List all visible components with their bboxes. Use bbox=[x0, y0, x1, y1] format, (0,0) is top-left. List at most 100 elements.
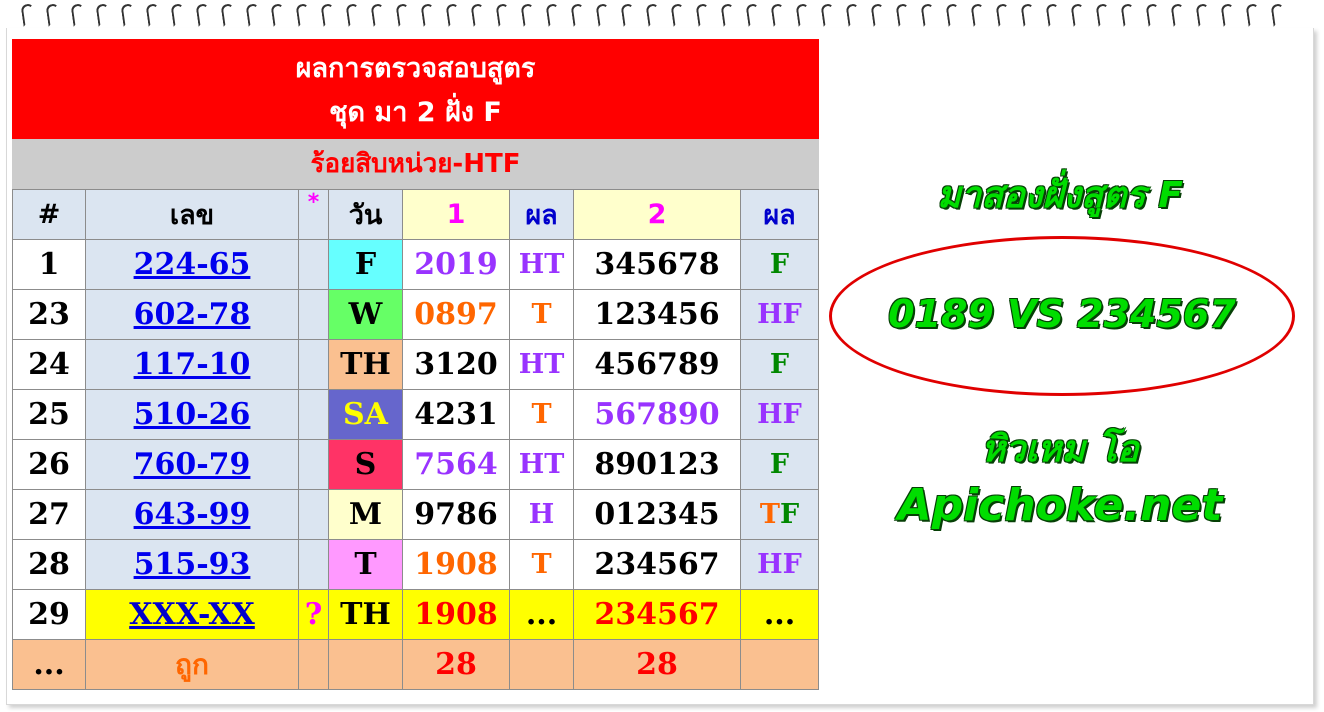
table-row: 28 515-93 T 1908 T 234567 HF bbox=[12, 539, 819, 590]
col-header-number: เลข bbox=[85, 189, 299, 240]
footer-empty bbox=[328, 639, 403, 690]
subtitle: ร้อยสิบหน่วย-HTF bbox=[12, 139, 819, 189]
row-res2: HF bbox=[740, 289, 819, 340]
row-set2: 890123 bbox=[573, 439, 741, 490]
footer-empty bbox=[509, 639, 574, 690]
row-day: T bbox=[328, 539, 403, 590]
row-day: S bbox=[328, 439, 403, 490]
title-line-1: ผลการตรวจสอบสูตร bbox=[295, 53, 536, 84]
col-header-set1: 1 bbox=[402, 189, 510, 240]
row-res1: HT bbox=[509, 339, 574, 390]
res2-t: T bbox=[759, 499, 780, 530]
row-res2: F bbox=[740, 239, 819, 290]
row-star bbox=[298, 439, 329, 490]
col-header-star: * bbox=[298, 189, 329, 240]
row-res2: F bbox=[740, 439, 819, 490]
row-set1: 1908 bbox=[402, 589, 510, 640]
number-link[interactable]: 760-79 bbox=[134, 447, 251, 482]
row-day: TH bbox=[328, 589, 403, 640]
row-set1: 0897 bbox=[402, 289, 510, 340]
row-res2: HF bbox=[740, 539, 819, 590]
number-link[interactable]: 643-99 bbox=[134, 497, 251, 532]
row-set1: 7564 bbox=[402, 439, 510, 490]
row-res1: T bbox=[509, 539, 574, 590]
number-link[interactable]: 117-10 bbox=[134, 347, 251, 382]
row-no: 28 bbox=[12, 539, 86, 590]
row-set2: 012345 bbox=[573, 489, 741, 540]
table-row: 26 760-79 S 7564 HT 890123 F bbox=[12, 439, 819, 490]
row-star bbox=[298, 239, 329, 290]
row-res1: HT bbox=[509, 439, 574, 490]
table-row-prediction: 29 XXX-XX ? TH 1908 ... 234567 ... bbox=[12, 589, 819, 640]
row-star bbox=[298, 389, 329, 440]
col-header-no: # bbox=[12, 189, 86, 240]
row-no: 25 bbox=[12, 389, 86, 440]
binder-rings bbox=[20, 3, 1312, 28]
row-res2: ... bbox=[740, 589, 819, 640]
row-res1: T bbox=[509, 289, 574, 340]
table-row: 24 117-10 TH 3120 HT 456789 F bbox=[12, 339, 819, 390]
number-link[interactable]: XXX-XX bbox=[129, 597, 255, 632]
site-name: Apichoke.net bbox=[897, 480, 1223, 531]
row-no: 29 bbox=[12, 589, 86, 640]
row-set2: 234567 bbox=[573, 589, 741, 640]
row-res2: HF bbox=[740, 389, 819, 440]
table-row: 23 602-78 W 0897 T 123456 HF bbox=[12, 289, 819, 340]
row-day: SA bbox=[328, 389, 403, 440]
row-star bbox=[298, 489, 329, 540]
col-header-res1: ผล bbox=[509, 189, 574, 240]
row-set1: 1908 bbox=[402, 539, 510, 590]
row-day: W bbox=[328, 289, 403, 340]
row-no: 24 bbox=[12, 339, 86, 390]
author-name: หิวเหม โอ bbox=[981, 429, 1139, 470]
table-row: 1 224-65 F 2019 HT 345678 F bbox=[12, 239, 819, 290]
row-set1: 9786 bbox=[402, 489, 510, 540]
table-row: 25 510-26 SA 4231 T 567890 HF bbox=[12, 389, 819, 440]
row-res1: H bbox=[509, 489, 574, 540]
table-header: # เลข * วัน 1 ผล 2 ผล bbox=[12, 189, 819, 240]
row-set2: 456789 bbox=[573, 339, 741, 390]
number-link[interactable]: 602-78 bbox=[134, 297, 251, 332]
row-no: 23 bbox=[12, 289, 86, 340]
row-day: M bbox=[328, 489, 403, 540]
footer-count1: 28 bbox=[402, 639, 510, 690]
res2-f: F bbox=[779, 499, 800, 530]
row-set1: 2019 bbox=[402, 239, 510, 290]
row-set2: 123456 bbox=[573, 289, 741, 340]
row-set1: 4231 bbox=[402, 389, 510, 440]
footer-empty bbox=[298, 639, 329, 690]
highlight-numbers: 0189 VS 234567 bbox=[888, 292, 1236, 336]
row-star: ? bbox=[298, 589, 329, 640]
row-no: 1 bbox=[12, 239, 86, 290]
table-row: 27 643-99 M 9786 H 012345 TF bbox=[12, 489, 819, 540]
row-day: TH bbox=[328, 339, 403, 390]
col-header-set2: 2 bbox=[573, 189, 741, 240]
row-star bbox=[298, 539, 329, 590]
number-link[interactable]: 510-26 bbox=[134, 397, 251, 432]
row-star bbox=[298, 339, 329, 390]
number-link[interactable]: 515-93 bbox=[134, 547, 251, 582]
footer-label: ถูก bbox=[85, 639, 299, 690]
row-set2: 567890 bbox=[573, 389, 741, 440]
row-day: F bbox=[328, 239, 403, 290]
row-res2: TF bbox=[740, 489, 819, 540]
number-link[interactable]: 224-65 bbox=[134, 247, 251, 282]
row-res2: F bbox=[740, 339, 819, 390]
col-header-res2: ผล bbox=[740, 189, 819, 240]
row-no: 27 bbox=[12, 489, 86, 540]
row-set2: 345678 bbox=[573, 239, 741, 290]
row-set1: 3120 bbox=[402, 339, 510, 390]
table-footer: ... ถูก 28 28 bbox=[12, 639, 819, 690]
row-res1: HT bbox=[509, 239, 574, 290]
row-res1: T bbox=[509, 389, 574, 440]
title-line-2: ชุด มา 2 ฝั่ง F bbox=[329, 97, 502, 128]
footer-no: ... bbox=[12, 639, 86, 690]
footer-count2: 28 bbox=[573, 639, 741, 690]
footer-empty bbox=[740, 639, 819, 690]
page-title: ผลการตรวจสอบสูตร ชุด มา 2 ฝั่ง F bbox=[12, 39, 819, 139]
formula-heading: มาสองฝั่งสูตร F bbox=[937, 175, 1183, 216]
row-set2: 234567 bbox=[573, 539, 741, 590]
row-res1: ... bbox=[509, 589, 574, 640]
results-table: # เลข * วัน 1 ผล 2 ผล 1 224-65 F 2019 HT… bbox=[12, 189, 819, 690]
row-no: 26 bbox=[12, 439, 86, 490]
